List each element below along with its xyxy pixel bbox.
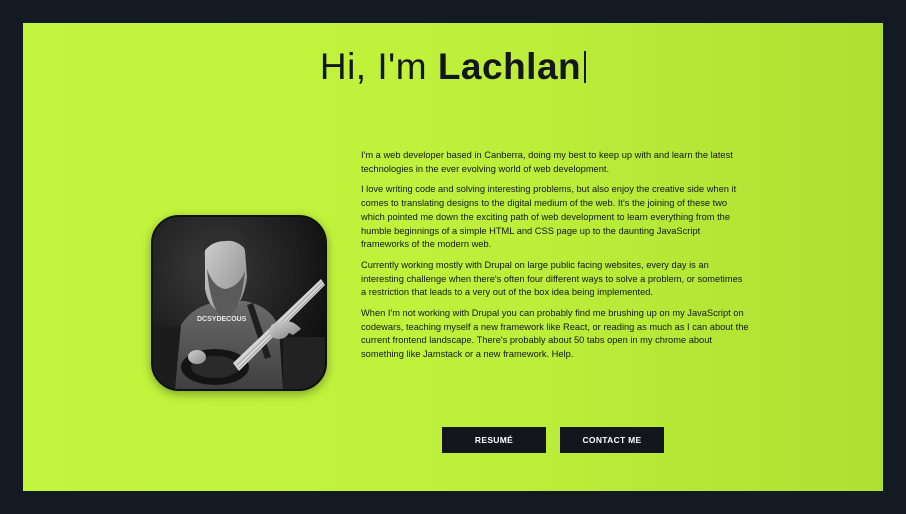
action-buttons: RESUMÉ CONTACT ME bbox=[442, 427, 664, 453]
bio-paragraph: Currently working mostly with Drupal on … bbox=[361, 259, 743, 298]
shirt-text: DCSYDECOUS bbox=[197, 316, 247, 323]
contact-me-button[interactable]: CONTACT ME bbox=[560, 427, 664, 453]
bio-paragraph: I love writing code and solving interest… bbox=[361, 184, 737, 250]
page-title: Hi, I'm Lachlan bbox=[23, 45, 883, 89]
bio-paragraph: When I'm not working with Drupal you can… bbox=[361, 308, 749, 360]
hero-section: Hi, I'm Lachlan DCSYDECOUS I'm a web dev… bbox=[23, 23, 883, 491]
typing-cursor bbox=[584, 51, 587, 83]
bio-text: I'm a web developer based in Canberra, d… bbox=[361, 149, 749, 369]
greeting-text: Hi, I'm bbox=[319, 46, 428, 87]
bio-paragraph: I'm a web developer based in Canberra, d… bbox=[361, 150, 733, 174]
profile-photo-image: DCSYDECOUS bbox=[153, 217, 325, 389]
profile-photo: DCSYDECOUS bbox=[151, 215, 327, 391]
name-text: Lachlan bbox=[437, 46, 582, 87]
resume-button[interactable]: RESUMÉ bbox=[442, 427, 546, 453]
